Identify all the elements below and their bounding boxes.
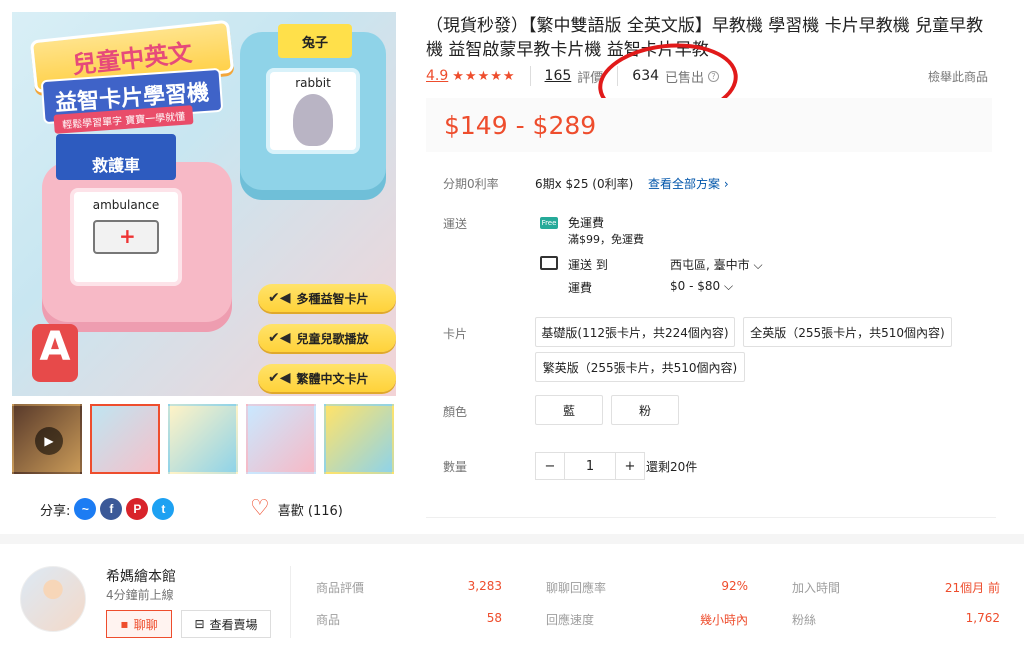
shop-name[interactable]: 希媽繪本館 [106, 566, 176, 586]
sold-count: 634 [632, 68, 660, 84]
stat-label: 商品 [316, 613, 341, 627]
stat-label: 粉絲 [792, 613, 817, 627]
quantity-input[interactable]: 1 [564, 453, 616, 479]
report-link[interactable]: 檢舉此商品 [928, 68, 988, 85]
stat-label: 聊聊回應率 [546, 581, 607, 595]
shop-last-online: 4分鐘前上線 [106, 588, 174, 602]
shipping-fee-value[interactable]: $0 - $80 ⌵ [670, 279, 733, 294]
stat-value: 1,762 [965, 611, 1000, 625]
chat-button[interactable]: ▪ 聊聊 [106, 610, 172, 638]
divider [617, 66, 619, 86]
stat-label: 商品評價 [316, 581, 365, 595]
ship-to-location[interactable]: 西屯區, 臺中市 ⌵ [670, 256, 763, 273]
thumbnail[interactable] [246, 404, 316, 474]
sold-label: 已售出 [665, 70, 705, 86]
check-icon: ✔◀ [268, 330, 291, 346]
product-page: 兒童中英文 益智卡片學習機 輕鬆學習單字 寶寶一學就懂 兔子 rabbit 救護… [0, 0, 1024, 658]
view-shop-label: 查看賣場 [209, 617, 258, 632]
like-button[interactable]: ♡ 喜歡 (116) [250, 498, 343, 520]
shipping-label: 運送 [443, 217, 468, 231]
thumbnail-video[interactable]: ▶ [12, 404, 82, 474]
color-option-pink[interactable]: 粉 [611, 395, 679, 425]
check-icon: ✔◀ [268, 290, 291, 306]
blue-card-top: 兔子 [278, 24, 352, 58]
rabbit-illustration [293, 94, 333, 146]
blue-card-device: 兔子 rabbit [240, 24, 386, 200]
truck-icon [540, 256, 558, 270]
share-row: 分享: ~ f P t [40, 498, 175, 520]
color-label: 顏色 [443, 405, 468, 419]
check-icon: ✔◀ [268, 370, 291, 386]
stat-label: 回應速度 [546, 613, 595, 627]
review-count[interactable]: 165 [545, 68, 572, 84]
pink-device-screen: ambulance [70, 188, 182, 286]
thumbnail[interactable] [324, 404, 394, 474]
installment-value: 6期x $25 (0利率) [535, 177, 634, 191]
thumbnail[interactable] [90, 404, 160, 474]
chat-label: 聊聊 [133, 617, 158, 632]
like-count: 喜歡 (116) [277, 503, 343, 519]
share-label: 分享: [40, 503, 71, 519]
stock-remaining: 還剩20件 [646, 460, 698, 474]
help-icon[interactable]: ? [708, 70, 720, 82]
stat-value: 58 [486, 611, 502, 625]
heart-icon: ♡ [250, 496, 270, 521]
blue-card-word: rabbit [295, 76, 331, 90]
facebook-icon[interactable]: f [100, 498, 123, 520]
feature-badge: ✔◀ 多種益智卡片 [258, 284, 396, 312]
pink-card-word: ambulance [92, 198, 160, 212]
divider [529, 66, 531, 86]
card-option-label: 卡片 [443, 327, 468, 341]
stat-value: 21個月 前 [944, 581, 1000, 595]
chat-icon: ▪ [120, 617, 129, 631]
stat-value: 3,283 [467, 579, 502, 593]
quantity-decrease-button[interactable]: − [536, 453, 564, 479]
free-shipping-icon: Free [540, 217, 558, 229]
section-separator [0, 534, 1024, 544]
divider [426, 517, 996, 518]
divider [290, 566, 291, 638]
product-title: （現貨秒發）【繁中雙語版 全英文版】早教機 學習機 卡片早教機 兒童早教機 益智… [426, 16, 984, 60]
review-label: 評價 [577, 70, 604, 86]
card-option-english[interactable]: 全英版（255張卡片，共510個內容) [743, 317, 952, 347]
main-product-image[interactable]: 兒童中英文 益智卡片學習機 輕鬆學習單字 寶寶一學就懂 兔子 rabbit 救護… [12, 12, 396, 396]
ship-to-label: 運送 到 [568, 258, 608, 272]
price-box: $149 - $289 [426, 98, 992, 152]
star-rating-icon: ★★★★★ [452, 68, 516, 84]
letter-a-mascot: A [32, 324, 78, 382]
thumbnail-strip: ▶ [12, 404, 394, 476]
pink-card-device: 救護車 ambulance [42, 134, 232, 332]
pinterest-icon[interactable]: P [126, 498, 149, 520]
blue-device-screen: rabbit [266, 68, 360, 154]
stat-value: 92% [721, 579, 748, 593]
stat-value: 幾小時內 [699, 613, 748, 627]
thumbnail[interactable] [168, 404, 238, 474]
card-option-trad-english[interactable]: 繁英版（255張卡片，共510個內容) [535, 352, 745, 382]
quantity-stepper: − 1 + [535, 452, 645, 480]
play-icon: ▶ [35, 427, 63, 455]
free-shipping-text: 免運費 [568, 216, 605, 230]
price-range: $149 - $289 [444, 110, 597, 140]
view-shop-button[interactable]: ⊟ 查看賣場 [181, 610, 271, 638]
messenger-icon[interactable]: ~ [74, 498, 97, 520]
ambulance-illustration [93, 220, 159, 254]
stat-label: 加入時間 [792, 581, 841, 595]
pink-card-top: 救護車 [56, 134, 176, 180]
card-option-basic[interactable]: 基礎版(112張卡片，共224個內容) [535, 317, 735, 347]
quantity-increase-button[interactable]: + [616, 453, 644, 479]
rating-row: 4.9 ★★★★★ 165 評價 634 已售出 ? 檢舉此商品 [426, 66, 988, 86]
quantity-label: 數量 [443, 460, 468, 474]
rating-score[interactable]: 4.9 [426, 68, 448, 84]
color-option-blue[interactable]: 藍 [535, 395, 603, 425]
installment-plans-link[interactable]: 查看全部方案 › [648, 175, 729, 192]
shop-icon: ⊟ [194, 617, 205, 631]
feature-badge: ✔◀ 繁體中文卡片 [258, 364, 396, 392]
shipping-fee-label: 運費 [568, 281, 593, 295]
shop-avatar[interactable] [20, 566, 86, 632]
free-shipping-condition: 滿$99，免運費 [568, 233, 644, 246]
twitter-icon[interactable]: t [152, 498, 175, 520]
feature-badge: ✔◀ 兒童兒歌播放 [258, 324, 396, 352]
installment-label: 分期0利率 [443, 177, 499, 191]
